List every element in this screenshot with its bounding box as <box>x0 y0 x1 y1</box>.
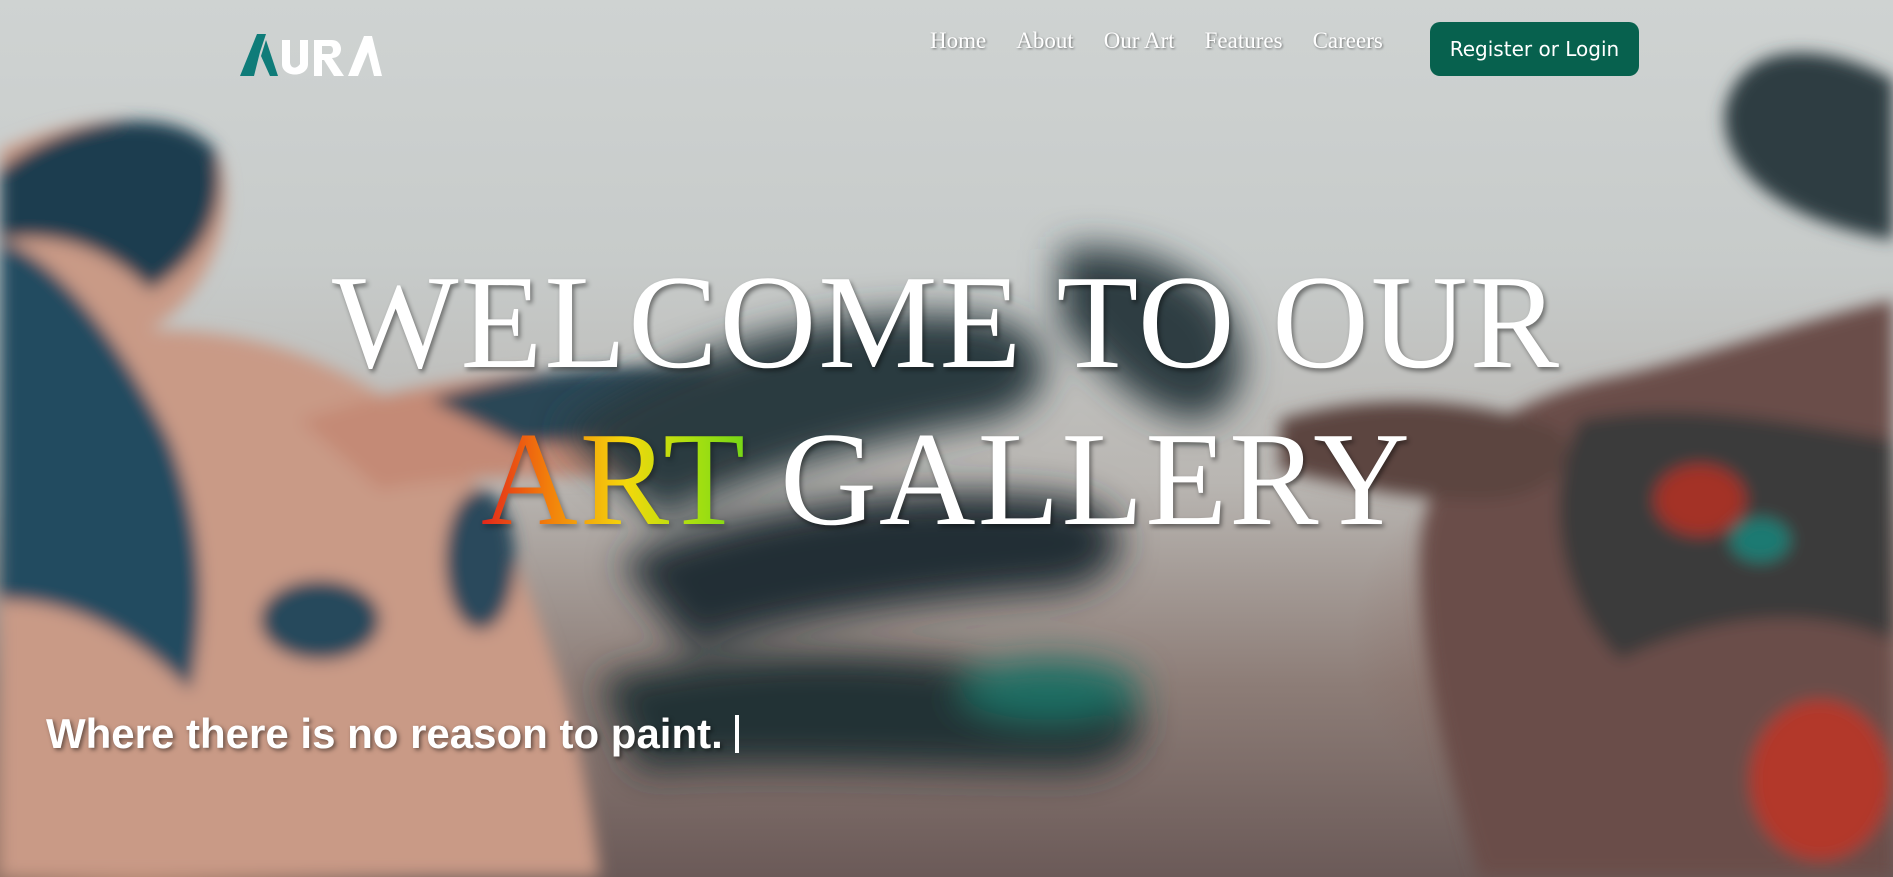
nav-our-art-link[interactable]: Our Art <box>1104 28 1175 54</box>
headline-line-1: WELCOME TO OUR <box>331 248 1562 396</box>
headline-line-2: ART GALLERY <box>0 412 1893 546</box>
nav-home-link[interactable]: Home <box>930 28 986 54</box>
hero-section: Home About Our Art Features Careers Regi… <box>0 0 1893 877</box>
nav-about-link[interactable]: About <box>1016 28 1074 54</box>
headline-art-word: ART <box>481 405 745 553</box>
tagline-text: Where there is no reason to paint. <box>46 710 723 757</box>
nav-features-link[interactable]: Features <box>1205 28 1283 54</box>
typing-cursor <box>734 715 739 753</box>
aura-logo[interactable] <box>240 32 382 78</box>
nav-careers-link[interactable]: Careers <box>1313 28 1383 54</box>
hero-tagline: Where there is no reason to paint. <box>46 710 739 758</box>
headline-gallery-word: GALLERY <box>780 405 1412 553</box>
main-nav: Home About Our Art Features Careers <box>930 28 1413 54</box>
register-login-button[interactable]: Register or Login <box>1430 22 1639 76</box>
